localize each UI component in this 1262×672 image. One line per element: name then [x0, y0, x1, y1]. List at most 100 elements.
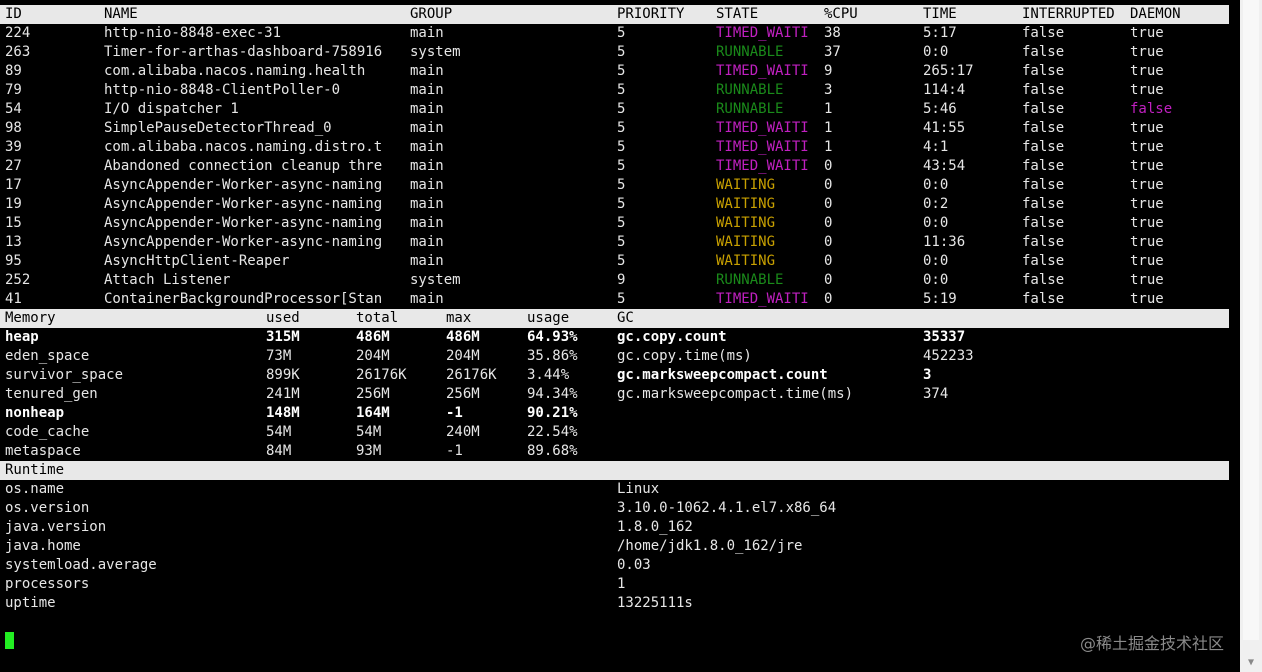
- thread-id: 89: [5, 63, 22, 79]
- thread-name: com.alibaba.nacos.naming.distro.t: [104, 139, 383, 155]
- runtime-row: java.home/home/jdk1.8.0_162/jre: [0, 537, 1229, 556]
- thread-state: TIMED_WAITI: [716, 63, 809, 79]
- thread-cpu: 0: [824, 291, 833, 307]
- gc-name: gc.marksweepcompact.time(ms): [617, 386, 854, 402]
- thread-id: 39: [5, 139, 22, 155]
- thread-daemon: true: [1130, 234, 1164, 250]
- usage-header: usage: [527, 310, 570, 326]
- thread-id: 41: [5, 291, 22, 307]
- runtime-row: java.version 1.8.0_162: [0, 518, 1229, 537]
- gc-row: gc.marksweepcompact.time(ms) 374: [0, 385, 1229, 404]
- runtime-key: systemload.average: [5, 557, 157, 573]
- memory-name: code_cache: [5, 424, 90, 440]
- thread-id: 98: [5, 120, 22, 136]
- runtime-row: processors 1: [0, 575, 1229, 594]
- thread-id: 54: [5, 101, 22, 117]
- gc-value: 35337: [923, 329, 966, 345]
- scroll-down-arrow-icon[interactable]: ▼: [1240, 654, 1262, 672]
- thread-time: 5:17: [923, 25, 957, 41]
- thread-group: main: [410, 215, 444, 231]
- thread-state: RUNNABLE: [716, 44, 784, 60]
- runtime-value: 1.8.0_162: [617, 519, 693, 535]
- runtime-key: java.home: [5, 538, 81, 554]
- thread-state: WAITING: [716, 196, 776, 212]
- thread-priority: 5: [617, 63, 626, 79]
- watermark-text: @稀土掘金技术社区: [1080, 634, 1225, 653]
- gc-value: 452233: [923, 348, 974, 364]
- thread-id: 13: [5, 234, 22, 250]
- thread-name: AsyncAppender-Worker-async-naming: [104, 177, 383, 193]
- thread-interrupted: false: [1022, 272, 1065, 288]
- gc-name: gc.copy.count: [617, 329, 727, 345]
- runtime-key: os.version: [5, 500, 90, 516]
- thread-time: 5:46: [923, 101, 957, 117]
- col-priority-header: PRIORITY: [617, 6, 685, 22]
- terminal-window[interactable]: ID NAME GROUP PRIORITY STATE %CPU TIME I…: [0, 0, 1240, 672]
- thread-cpu: 0: [824, 196, 833, 212]
- col-id-header: ID: [5, 6, 22, 22]
- thread-cpu: 37: [824, 44, 841, 60]
- thread-group: main: [410, 253, 444, 269]
- thread-group: main: [410, 234, 444, 250]
- gc-header: GC: [617, 310, 634, 326]
- thread-cpu: 0: [824, 272, 833, 288]
- thread-id: 252: [5, 272, 31, 288]
- runtime-row: systemload.average 0.03: [0, 556, 1229, 575]
- scrollbar-thumb[interactable]: [1243, 0, 1259, 640]
- thread-id: 15: [5, 215, 22, 231]
- thread-interrupted: false: [1022, 82, 1065, 98]
- thread-time: 0:2: [923, 196, 949, 212]
- gc-value: 3: [923, 367, 932, 383]
- thread-cpu: 0: [824, 215, 833, 231]
- thread-daemon: true: [1130, 253, 1164, 269]
- runtime-value: 13225111s: [617, 595, 693, 611]
- memory-used: 84M: [266, 443, 292, 459]
- thread-id: 95: [5, 253, 22, 269]
- thread-daemon: true: [1130, 215, 1164, 231]
- thread-row: 17 AsyncAppender-Worker-async-naming main 5…: [0, 176, 1229, 195]
- thread-name: AsyncAppender-Worker-async-naming: [104, 215, 383, 231]
- thread-time: 0:0: [923, 44, 949, 60]
- gc-row: gc.copy.count 35337: [0, 328, 1229, 347]
- thread-interrupted: false: [1022, 291, 1065, 307]
- thread-group: system: [410, 272, 461, 288]
- thread-name: com.alibaba.nacos.naming.health: [104, 63, 366, 79]
- thread-daemon: true: [1130, 291, 1164, 307]
- gc-value: 374: [923, 386, 949, 402]
- memory-row: nonheap 148M 164M -1 90.21%: [0, 404, 600, 423]
- thread-state: RUNNABLE: [716, 82, 784, 98]
- thread-interrupted: false: [1022, 101, 1065, 117]
- thread-group: main: [410, 25, 444, 41]
- thread-priority: 5: [617, 234, 626, 250]
- runtime-value: 0.03: [617, 557, 651, 573]
- thread-group: main: [410, 291, 444, 307]
- thread-priority: 5: [617, 196, 626, 212]
- memory-name: metaspace: [5, 443, 81, 459]
- thread-priority: 5: [617, 82, 626, 98]
- thread-cpu: 9: [824, 63, 833, 79]
- thread-daemon: true: [1130, 139, 1164, 155]
- thread-priority: 9: [617, 272, 626, 288]
- thread-name: Attach Listener: [104, 272, 231, 288]
- thread-interrupted: false: [1022, 196, 1065, 212]
- runtime-value: 3.10.0-1062.4.1.el7.x86_64: [617, 500, 837, 516]
- gc-name: gc.copy.time(ms): [617, 348, 752, 364]
- thread-state: TIMED_WAITI: [716, 120, 809, 136]
- thread-time: 265:17: [923, 63, 974, 79]
- thread-priority: 5: [617, 25, 626, 41]
- thread-cpu: 0: [824, 253, 833, 269]
- thread-group: main: [410, 63, 444, 79]
- thread-name: Abandoned connection cleanup thre: [104, 158, 383, 174]
- col-state-header: STATE: [716, 6, 759, 22]
- terminal-cursor: [5, 632, 14, 649]
- col-time-header: TIME: [923, 6, 957, 22]
- thread-id: 224: [5, 25, 31, 41]
- thread-interrupted: false: [1022, 215, 1065, 231]
- thread-group: system: [410, 44, 461, 60]
- vertical-scrollbar[interactable]: ▼: [1240, 0, 1262, 672]
- thread-name: I/O dispatcher 1: [104, 101, 239, 117]
- runtime-header-label: Runtime: [5, 462, 65, 478]
- memory-max: -1: [446, 405, 463, 421]
- thread-interrupted: false: [1022, 44, 1065, 60]
- thread-state: WAITING: [716, 215, 776, 231]
